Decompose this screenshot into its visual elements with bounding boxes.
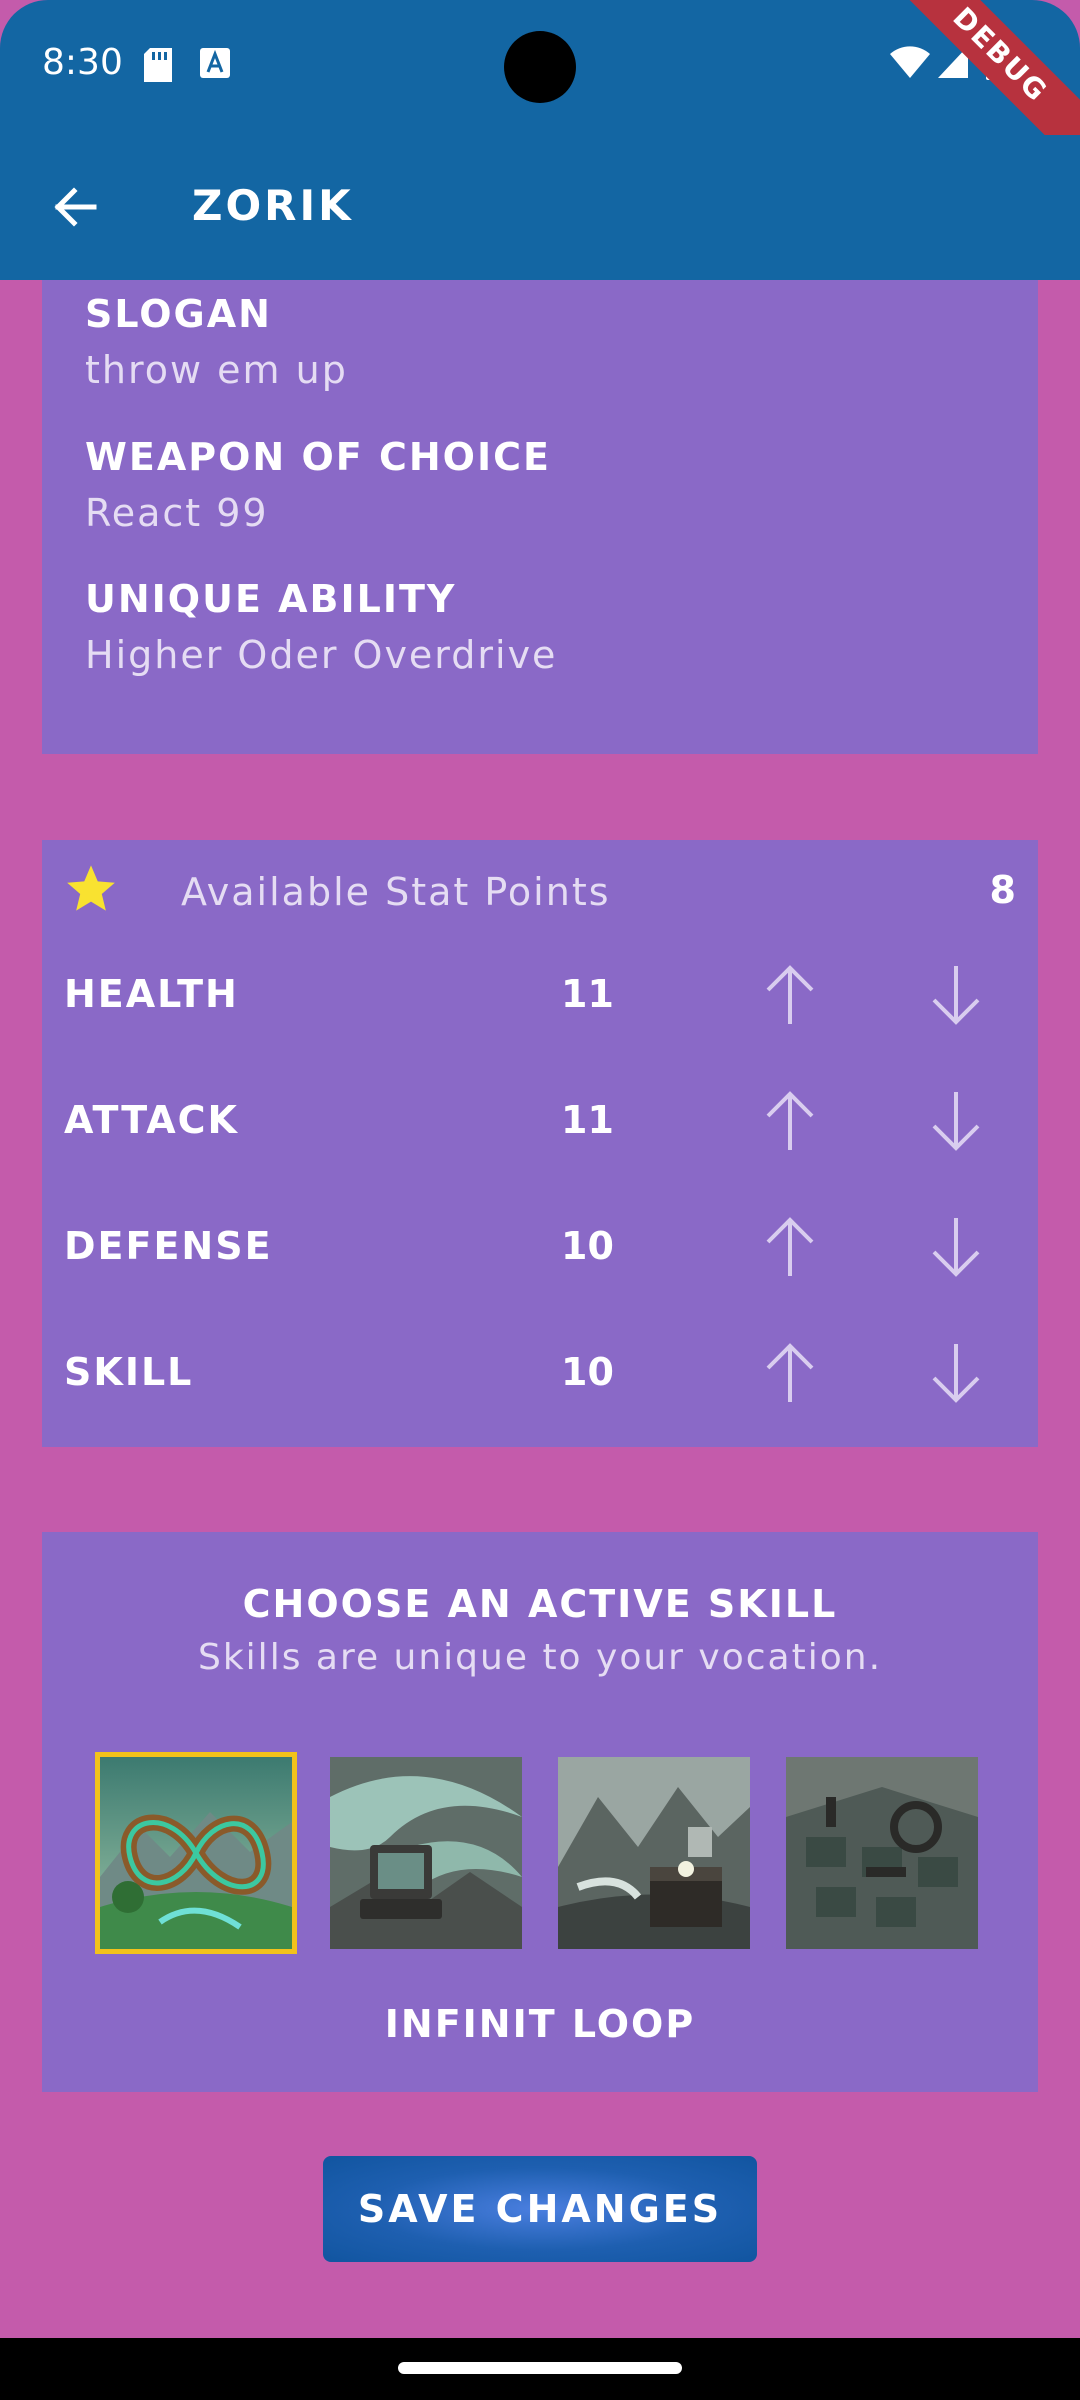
infinity-loop-art-icon (100, 1757, 292, 1949)
sd-card-icon (144, 48, 172, 82)
keyboard-a-icon (200, 48, 230, 78)
skill-section-title: CHOOSE AN ACTIVE SKILL (242, 1582, 838, 1626)
active-skill-card: CHOOSE AN ACTIVE SKILL Skills are unique… (42, 1532, 1038, 2092)
stat-value: 10 (561, 1224, 614, 1268)
machine-grid-art-icon (786, 1757, 978, 1949)
slogan-value: throw em up (85, 348, 348, 392)
stat-name: DEFENSE (64, 1224, 273, 1268)
stat-name: HEALTH (64, 972, 239, 1016)
page-title: ZORIK (192, 181, 354, 230)
camera-cutout (504, 31, 576, 103)
weapon-label: WEAPON OF CHOICE (85, 435, 551, 479)
stat-row-health: HEALTH 11 (42, 934, 1038, 1060)
stat-value: 11 (561, 1098, 614, 1142)
treasure-chest-art-icon (558, 1757, 750, 1949)
star-icon (67, 865, 115, 911)
skill-option-treasure-chest[interactable] (558, 1757, 750, 1949)
stat-row-defense: DEFENSE 10 (42, 1186, 1038, 1312)
available-stat-points-value: 8 (989, 868, 1016, 912)
available-stat-points-label: Available Stat Points (181, 870, 611, 914)
stat-name: SKILL (64, 1350, 194, 1394)
app-bar: ZORIK (0, 135, 1080, 280)
skill-section-subtitle: Skills are unique to your vocation. (197, 1637, 883, 1678)
stat-name: ATTACK (64, 1098, 239, 1142)
decrease-skill-arrow-down-icon[interactable] (928, 1338, 984, 1408)
status-time: 8:30 (42, 42, 123, 83)
character-info-card: SLOGAN throw em up WEAPON OF CHOICE Reac… (42, 280, 1038, 754)
skill-option-machine-grid[interactable] (786, 1757, 978, 1949)
increase-skill-arrow-up-icon[interactable] (762, 1338, 818, 1408)
system-navigation-bar (0, 2338, 1080, 2400)
decrease-health-arrow-down-icon[interactable] (928, 960, 984, 1030)
wifi-icon (890, 46, 930, 78)
save-changes-button[interactable]: SAVE CHANGES (323, 2156, 757, 2262)
computer-vortex-art-icon (330, 1757, 522, 1949)
stats-card: Available Stat Points 8 HEALTH 11 ATTACK… (42, 840, 1038, 1447)
increase-health-arrow-up-icon[interactable] (762, 960, 818, 1030)
selected-skill-name: INFINIT LOOP (384, 2002, 696, 2046)
stat-row-attack: ATTACK 11 (42, 1060, 1038, 1186)
skill-option-computer-vortex[interactable] (330, 1757, 522, 1949)
increase-defense-arrow-up-icon[interactable] (762, 1212, 818, 1282)
home-gesture-handle[interactable] (398, 2362, 682, 2374)
decrease-attack-arrow-down-icon[interactable] (928, 1086, 984, 1156)
skill-option-infinity-loop[interactable] (95, 1752, 297, 1954)
status-bar: 8:30 DEBUG (0, 0, 1080, 179)
ability-label: UNIQUE ABILITY (85, 577, 457, 621)
weapon-value: React 99 (85, 491, 269, 535)
stat-value: 11 (561, 972, 614, 1016)
ability-value: Higher Oder Overdrive (85, 633, 558, 677)
decrease-defense-arrow-down-icon[interactable] (928, 1212, 984, 1282)
stat-value: 10 (561, 1350, 614, 1394)
increase-attack-arrow-up-icon[interactable] (762, 1086, 818, 1156)
slogan-label: SLOGAN (85, 292, 272, 336)
back-arrow-icon[interactable] (44, 175, 108, 239)
stat-row-skill: SKILL 10 (42, 1312, 1038, 1438)
